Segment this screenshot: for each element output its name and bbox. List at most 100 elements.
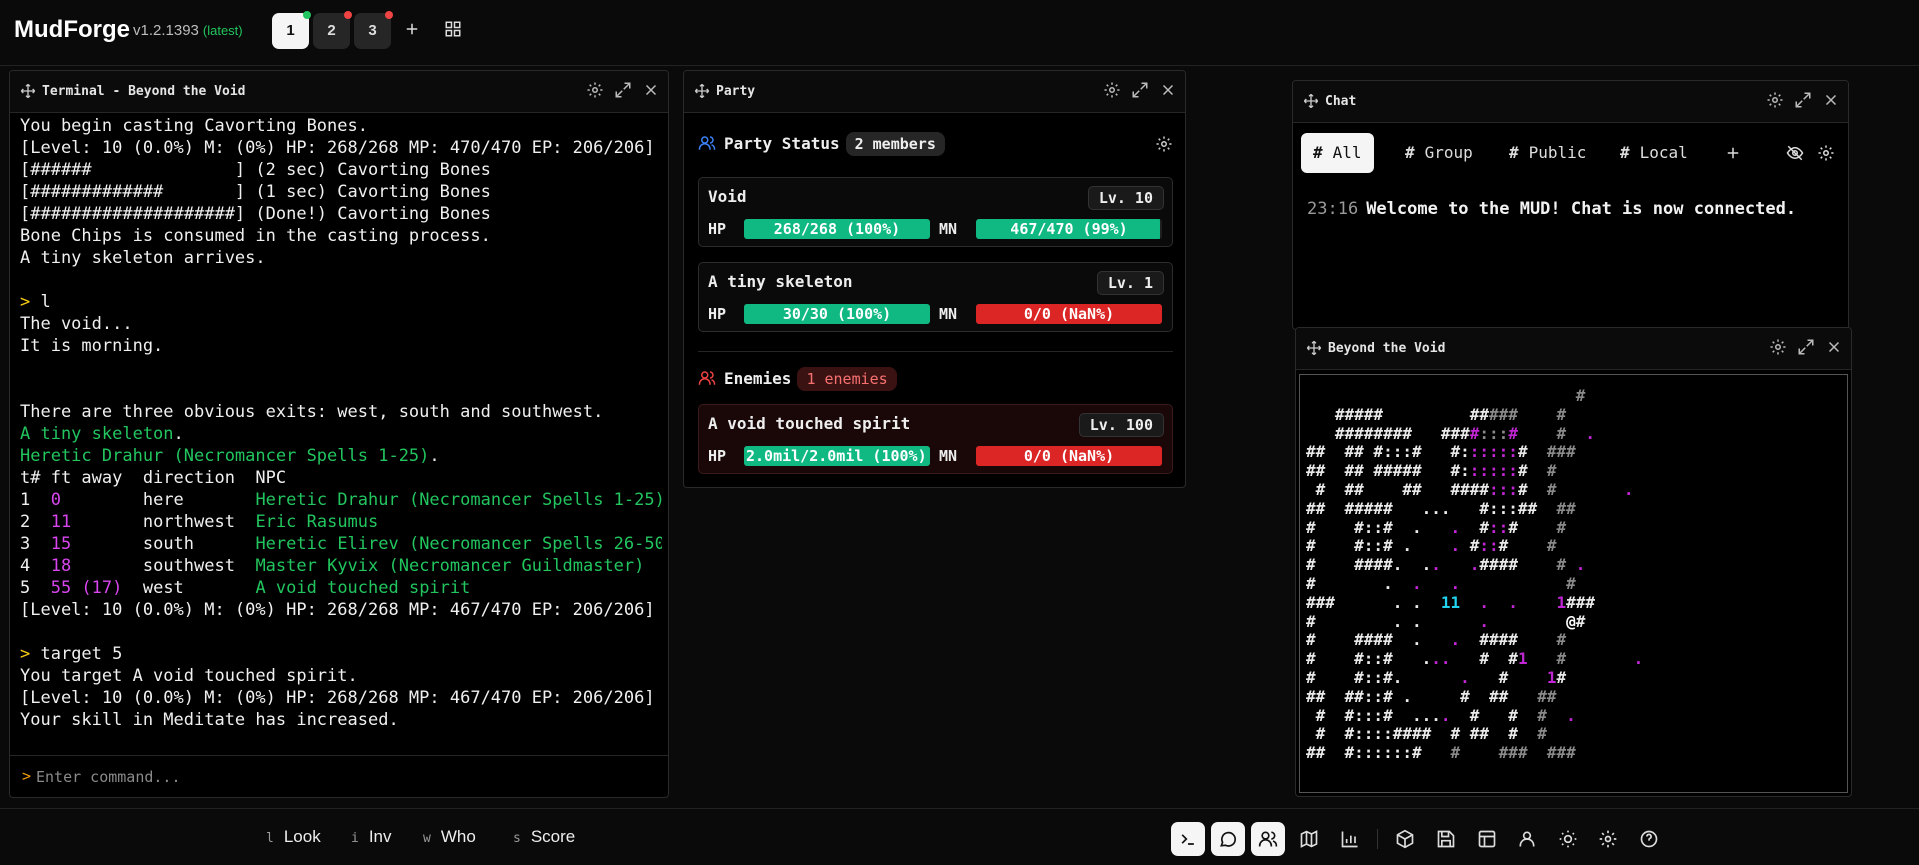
ascii-map-art: # ##### ##### # ######## ####:::# # . ##… bbox=[1306, 386, 1644, 763]
terminal-text: [Level: 10 (0.0%) M: (0%) HP: 268/268 MP… bbox=[20, 688, 655, 708]
add-session-button[interactable] bbox=[399, 18, 425, 44]
terminal-text: [Level: 10 (0.0%) M: (0%) HP: 268/268 MP… bbox=[20, 138, 655, 158]
terminal-text: [Level: 10 (0.0%) M: (0%) HP: 268/268 MP… bbox=[20, 600, 655, 620]
session-tab-2[interactable]: 2 bbox=[313, 11, 352, 49]
terminal-toggle-button[interactable] bbox=[1171, 822, 1205, 856]
settings-icon[interactable] bbox=[1769, 338, 1787, 356]
close-icon[interactable] bbox=[1159, 81, 1177, 99]
chat-tab-group[interactable]: # Group bbox=[1393, 133, 1485, 173]
who-button[interactable]: w Who bbox=[423, 827, 476, 847]
session-tab-1[interactable]: 1 bbox=[272, 11, 311, 49]
hp-label: HP bbox=[708, 447, 727, 465]
command-input[interactable] bbox=[36, 764, 516, 790]
terminal-text: 1 bbox=[20, 490, 51, 510]
grid-view-button[interactable] bbox=[440, 18, 466, 44]
map-icon bbox=[1300, 830, 1318, 848]
chat-message-time: 23:16 bbox=[1307, 199, 1359, 219]
status-dot bbox=[303, 11, 311, 19]
settings-icon[interactable] bbox=[1103, 81, 1121, 99]
terminal-text: 4 bbox=[20, 556, 51, 576]
help-button[interactable] bbox=[1632, 822, 1666, 856]
chat-tab-all[interactable]: # All bbox=[1301, 133, 1374, 173]
move-icon[interactable] bbox=[20, 83, 36, 99]
party-settings-icon[interactable] bbox=[1155, 135, 1173, 153]
terminal-line: [############# ] (1 sec) Cavorting Bones bbox=[20, 181, 662, 203]
terminal-text: You begin casting Cavorting Bones. bbox=[20, 116, 368, 136]
session-tab-3[interactable]: 3 bbox=[354, 11, 393, 49]
eye-off-icon[interactable] bbox=[1786, 144, 1804, 162]
terminal-text: There are three obvious exits: west, sou… bbox=[20, 402, 604, 422]
map-header[interactable]: Beyond the Void bbox=[1296, 328, 1851, 370]
terminal-line: [####################] (Done!) Cavorting… bbox=[20, 203, 662, 225]
hp-bar-text: 268/268 (100%) bbox=[773, 220, 901, 238]
terminal-text: southwest bbox=[71, 556, 256, 576]
party-header[interactable]: Party bbox=[684, 71, 1185, 113]
command-prompt: > bbox=[22, 767, 32, 785]
users-icon bbox=[698, 136, 716, 150]
users-icon bbox=[698, 371, 716, 385]
chat-tab-label: Public bbox=[1528, 143, 1587, 162]
move-icon[interactable] bbox=[1306, 340, 1322, 356]
profile-button[interactable] bbox=[1510, 822, 1544, 856]
inventory-toggle-button[interactable] bbox=[1388, 822, 1422, 856]
add-channel-icon[interactable] bbox=[1724, 144, 1742, 162]
hp-bar: 30/30 (100%) bbox=[744, 304, 930, 324]
member-level: Lv. 1 bbox=[1096, 271, 1164, 295]
chat-settings-icon[interactable] bbox=[1817, 144, 1835, 162]
chat-message-text: Welcome to the MUD! Chat is now connecte… bbox=[1366, 199, 1797, 219]
move-icon[interactable] bbox=[694, 83, 710, 99]
terminal-line: You target A void touched spirit. bbox=[20, 665, 662, 687]
terminal-text: northwest bbox=[71, 512, 256, 532]
enemy-card[interactable]: A void touched spirit Lv. 100 HP 2.0mil/… bbox=[698, 404, 1173, 474]
terminal-line: > target 5 bbox=[20, 643, 662, 665]
mn-label: MN bbox=[939, 305, 958, 323]
box-icon bbox=[1396, 829, 1414, 849]
close-icon[interactable] bbox=[1822, 91, 1840, 109]
button-label: Inv bbox=[368, 827, 392, 846]
map-toggle-button[interactable] bbox=[1292, 822, 1326, 856]
party-member-card[interactable]: Void Lv. 10 HP 268/268 (100%) MN 467/470… bbox=[698, 177, 1173, 247]
help-icon bbox=[1640, 830, 1658, 848]
settings-icon[interactable] bbox=[1766, 91, 1784, 109]
expand-icon[interactable] bbox=[614, 81, 632, 99]
member-name: A tiny skeleton bbox=[708, 272, 853, 291]
app-version: v1.2.1393 (latest) bbox=[133, 22, 243, 39]
party-member-card[interactable]: A tiny skeleton Lv. 1 HP 30/30 (100%) MN… bbox=[698, 262, 1173, 332]
terminal-header[interactable]: Terminal - Beyond the Void bbox=[10, 71, 668, 113]
ascii-map[interactable]: # ##### ##### # ######## ####:::# # . ##… bbox=[1299, 374, 1848, 793]
look-button[interactable]: l Look bbox=[266, 827, 321, 847]
divider bbox=[698, 351, 1173, 352]
score-button[interactable]: s Score bbox=[513, 827, 575, 847]
version-number: v1.2.1393 bbox=[133, 22, 199, 39]
close-icon[interactable] bbox=[642, 81, 660, 99]
move-icon[interactable] bbox=[1303, 93, 1319, 109]
expand-icon[interactable] bbox=[1131, 81, 1149, 99]
chat-tab-public[interactable]: # Public bbox=[1497, 133, 1598, 173]
expand-icon[interactable] bbox=[1794, 91, 1812, 109]
settings-button[interactable] bbox=[1591, 822, 1625, 856]
chat-toggle-button[interactable] bbox=[1211, 822, 1245, 856]
chat-tab-local[interactable]: # Local bbox=[1608, 133, 1700, 173]
terminal-line: 3 15 south Heretic Elirev (Necromancer S… bbox=[20, 533, 662, 555]
close-icon[interactable] bbox=[1825, 338, 1843, 356]
layout-button[interactable] bbox=[1470, 822, 1504, 856]
stats-toggle-button[interactable] bbox=[1333, 822, 1367, 856]
save-button[interactable] bbox=[1429, 822, 1463, 856]
bottom-toolbar: l Look i Inv w Who s Score bbox=[0, 808, 1919, 865]
terminal-text: [####################] (Done!) Cavorting… bbox=[20, 204, 491, 224]
chat-message: 23:16 Welcome to the MUD! Chat is now con… bbox=[1307, 199, 1796, 219]
chat-header[interactable]: Chat bbox=[1293, 81, 1848, 123]
sun-icon bbox=[1559, 830, 1577, 848]
expand-icon[interactable] bbox=[1797, 338, 1815, 356]
terminal-text: west bbox=[122, 578, 256, 598]
member-name: Void bbox=[708, 187, 747, 206]
party-toggle-button[interactable] bbox=[1251, 822, 1285, 856]
inventory-button[interactable]: i Inv bbox=[351, 827, 392, 847]
terminal-line: Heretic Drahur (Necromancer Spells 1-25)… bbox=[20, 445, 662, 467]
theme-toggle-button[interactable] bbox=[1551, 822, 1585, 856]
terminal-text: Heretic Drahur (Necromancer Spells 1-25) bbox=[255, 490, 662, 510]
shortcut-key: w bbox=[423, 831, 431, 846]
settings-icon[interactable] bbox=[586, 81, 604, 99]
terminal-line: 2 11 northwest Eric Rasumus bbox=[20, 511, 662, 533]
panel-title: Party bbox=[716, 84, 756, 99]
